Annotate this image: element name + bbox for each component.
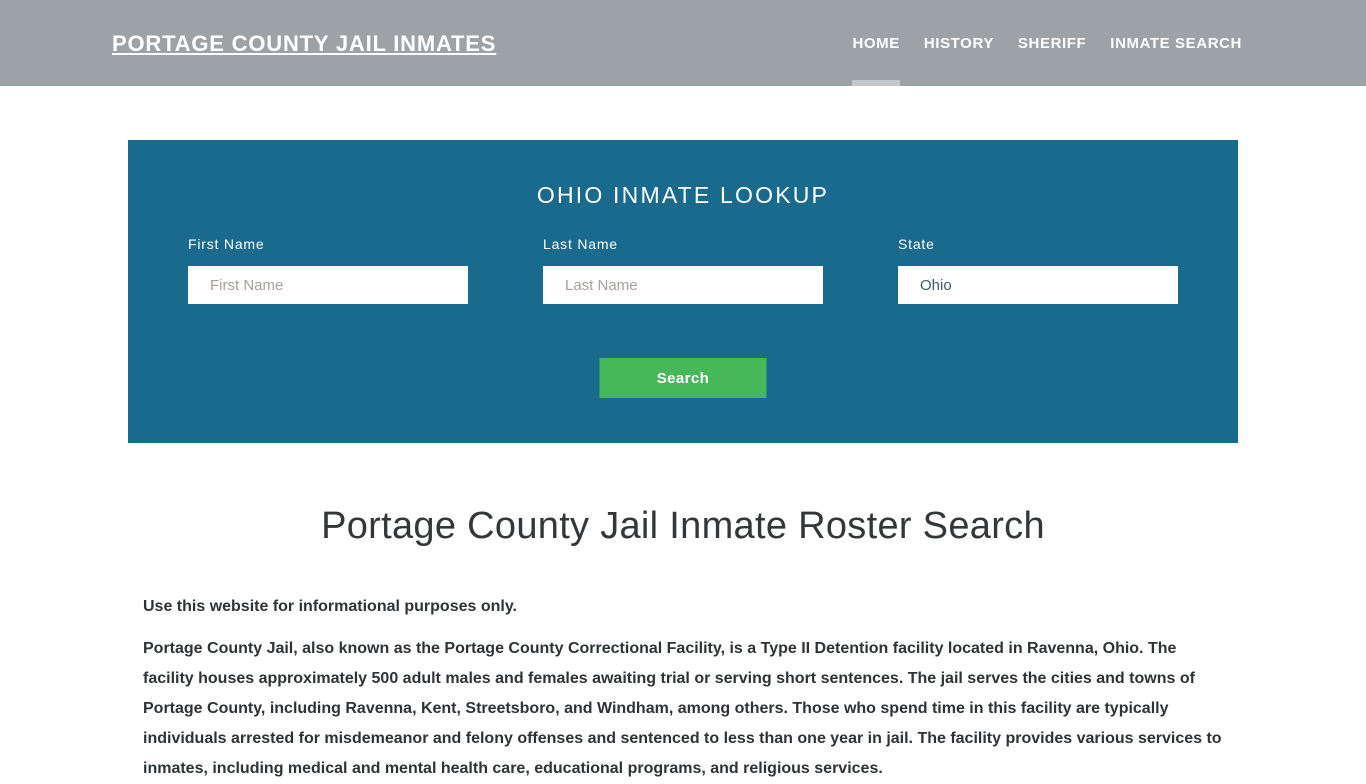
inmate-lookup-panel: OHIO INMATE LOOKUP First Name Last Name … [128, 140, 1238, 443]
description-paragraph: Portage County Jail, also known as the P… [143, 640, 1222, 777]
first-name-input[interactable] [188, 266, 468, 304]
search-button[interactable]: Search [599, 358, 767, 398]
last-name-input[interactable] [543, 266, 823, 304]
nav-item-sheriff[interactable]: SHERIFF [1006, 0, 1098, 86]
main-navigation: HOME HISTORY SHERIFF INMATE SEARCH [840, 0, 1254, 86]
nav-item-home[interactable]: HOME [840, 0, 911, 86]
site-logo[interactable]: PORTAGE COUNTY JAIL INMATES [112, 31, 496, 57]
lookup-panel-title: OHIO INMATE LOOKUP [536, 182, 830, 208]
page-title: Portage County Jail Inmate Roster Search [321, 505, 1045, 547]
first-name-label: First Name [188, 236, 265, 252]
first-name-field-group: First Name [188, 236, 468, 304]
last-name-field-group: Last Name [543, 236, 823, 304]
state-select[interactable]: Ohio [898, 266, 1178, 304]
body-copy: Use this website for informational purpo… [143, 548, 1223, 784]
site-header: PORTAGE COUNTY JAIL INMATES HOME HISTORY… [0, 0, 1366, 86]
intro-paragraph: Use this website for informational purpo… [143, 598, 517, 615]
state-label: State [898, 236, 935, 252]
nav-item-history[interactable]: HISTORY [912, 0, 1006, 86]
state-field-group: State Ohio [898, 236, 1178, 304]
last-name-label: Last Name [543, 236, 618, 252]
main-content: Portage County Jail Inmate Roster Search… [0, 443, 1366, 784]
nav-item-inmate-search[interactable]: INMATE SEARCH [1098, 0, 1254, 86]
